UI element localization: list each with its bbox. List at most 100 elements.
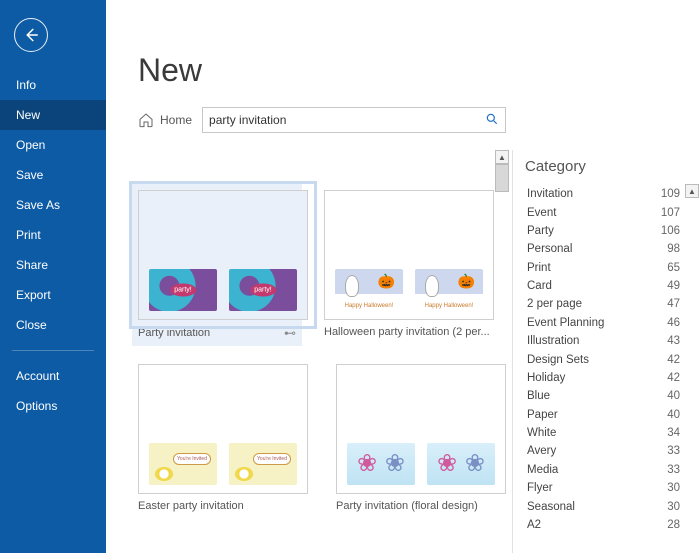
sidebar-item-options[interactable]: Options bbox=[0, 391, 106, 421]
category-name: Blue bbox=[527, 390, 550, 402]
category-count: 33 bbox=[667, 445, 680, 457]
category-name: Seasonal bbox=[527, 501, 575, 513]
sidebar-item-print[interactable]: Print bbox=[0, 220, 106, 250]
category-row[interactable]: Card 49 bbox=[513, 277, 700, 295]
template-label: Party invitation (floral design) bbox=[336, 500, 478, 512]
category-panel: Category Invitation 109 Event 107 Party 106 Pe… bbox=[512, 150, 700, 553]
category-row[interactable]: Flyer 30 bbox=[513, 479, 700, 497]
category-count: 28 bbox=[667, 519, 680, 531]
category-heading: Category bbox=[513, 150, 700, 185]
category-name: Illustration bbox=[527, 335, 579, 347]
category-name: A2 bbox=[527, 519, 541, 531]
category-count: 42 bbox=[667, 372, 680, 384]
template-thumbnail bbox=[336, 364, 506, 494]
category-name: Card bbox=[527, 280, 552, 292]
category-name: Avery bbox=[527, 445, 556, 457]
main-panel: New Home party invitation ▲ Party invita… bbox=[106, 0, 700, 553]
category-name: Print bbox=[527, 262, 551, 274]
category-row[interactable]: Blue 40 bbox=[513, 387, 700, 405]
category-count: 109 bbox=[661, 188, 680, 200]
category-count: 30 bbox=[667, 482, 680, 494]
category-name: Flyer bbox=[527, 482, 553, 494]
template-card[interactable]: Party invitation (floral design) bbox=[336, 364, 506, 512]
category-count: 46 bbox=[667, 317, 680, 329]
category-name: 2 per page bbox=[527, 298, 582, 310]
search-value: party invitation bbox=[209, 113, 286, 127]
category-name: Event bbox=[527, 207, 556, 219]
results-scrollbar[interactable]: ▲ bbox=[494, 150, 510, 192]
category-name: White bbox=[527, 427, 556, 439]
category-row[interactable]: A2 28 bbox=[513, 516, 700, 534]
sidebar-item-open[interactable]: Open bbox=[0, 130, 106, 160]
category-name: Invitation bbox=[527, 188, 573, 200]
page-title: New bbox=[138, 52, 700, 89]
sidebar-item-new[interactable]: New bbox=[0, 100, 106, 130]
category-count: 106 bbox=[661, 225, 680, 237]
category-count: 107 bbox=[661, 207, 680, 219]
category-row[interactable]: White 34 bbox=[513, 424, 700, 442]
home-label: Home bbox=[160, 113, 192, 127]
category-row[interactable]: Invitation 109 bbox=[513, 185, 700, 203]
template-thumbnail: Happy Halloween!Happy Halloween! bbox=[324, 190, 494, 320]
category-name: Party bbox=[527, 225, 554, 237]
category-name: Personal bbox=[527, 243, 572, 255]
category-row[interactable]: Paper 40 bbox=[513, 406, 700, 424]
scroll-up-icon[interactable]: ▲ bbox=[495, 150, 509, 164]
pin-icon[interactable]: ⊷ bbox=[284, 326, 296, 340]
category-row[interactable]: Holiday 42 bbox=[513, 369, 700, 387]
template-label: Party invitation bbox=[138, 327, 210, 339]
template-card[interactable]: Happy Halloween!Happy Halloween! Hallowee… bbox=[324, 190, 494, 340]
category-count: 40 bbox=[667, 409, 680, 421]
sidebar-item-save[interactable]: Save bbox=[0, 160, 106, 190]
sidebar-item-account[interactable]: Account bbox=[0, 361, 106, 391]
category-count: 47 bbox=[667, 298, 680, 310]
scroll-up-icon[interactable]: ▲ bbox=[685, 184, 699, 198]
category-name: Paper bbox=[527, 409, 558, 421]
search-input[interactable]: party invitation bbox=[202, 107, 506, 133]
back-button[interactable] bbox=[14, 18, 48, 52]
category-count: 30 bbox=[667, 501, 680, 513]
template-thumbnail bbox=[138, 190, 308, 320]
home-icon bbox=[138, 112, 154, 128]
sidebar-item-info[interactable]: Info bbox=[0, 70, 106, 100]
category-name: Holiday bbox=[527, 372, 565, 384]
category-row[interactable]: Print 65 bbox=[513, 259, 700, 277]
search-icon[interactable] bbox=[485, 112, 499, 129]
category-scrollbar[interactable]: ▲ bbox=[684, 184, 700, 553]
category-name: Media bbox=[527, 464, 558, 476]
category-row[interactable]: 2 per page 47 bbox=[513, 295, 700, 313]
sidebar-item-save-as[interactable]: Save As bbox=[0, 190, 106, 220]
category-count: 40 bbox=[667, 390, 680, 402]
category-count: 33 bbox=[667, 464, 680, 476]
category-row[interactable]: Party 106 bbox=[513, 222, 700, 240]
backstage-sidebar: InfoNewOpenSaveSave AsPrintShareExportCl… bbox=[0, 0, 106, 553]
category-count: 98 bbox=[667, 243, 680, 255]
template-card[interactable]: Party invitation ⊷ bbox=[132, 184, 302, 346]
category-count: 34 bbox=[667, 427, 680, 439]
category-row[interactable]: Seasonal 30 bbox=[513, 497, 700, 515]
template-card[interactable]: Easter party invitation bbox=[138, 364, 308, 512]
category-count: 43 bbox=[667, 335, 680, 347]
sidebar-item-close[interactable]: Close bbox=[0, 310, 106, 340]
sidebar-item-export[interactable]: Export bbox=[0, 280, 106, 310]
category-row[interactable]: Illustration 43 bbox=[513, 332, 700, 350]
category-row[interactable]: Media 33 bbox=[513, 461, 700, 479]
category-name: Design Sets bbox=[527, 354, 589, 366]
sidebar-item-share[interactable]: Share bbox=[0, 250, 106, 280]
category-row[interactable]: Event Planning 46 bbox=[513, 314, 700, 332]
category-row[interactable]: Avery 33 bbox=[513, 442, 700, 460]
category-count: 42 bbox=[667, 354, 680, 366]
template-label: Halloween party invitation (2 per... bbox=[324, 326, 490, 338]
scroll-thumb[interactable] bbox=[495, 164, 509, 192]
sidebar-separator bbox=[12, 350, 94, 351]
category-row[interactable]: Personal 98 bbox=[513, 240, 700, 258]
template-label: Easter party invitation bbox=[138, 500, 244, 512]
template-thumbnail bbox=[138, 364, 308, 494]
category-count: 49 bbox=[667, 280, 680, 292]
category-count: 65 bbox=[667, 262, 680, 274]
home-breadcrumb[interactable]: Home bbox=[138, 112, 192, 128]
category-name: Event Planning bbox=[527, 317, 604, 329]
category-row[interactable]: Design Sets 42 bbox=[513, 350, 700, 368]
category-row[interactable]: Event 107 bbox=[513, 203, 700, 221]
template-results: ▲ Party invitation ⊷ Happy Halloween!Happy… bbox=[106, 150, 510, 553]
